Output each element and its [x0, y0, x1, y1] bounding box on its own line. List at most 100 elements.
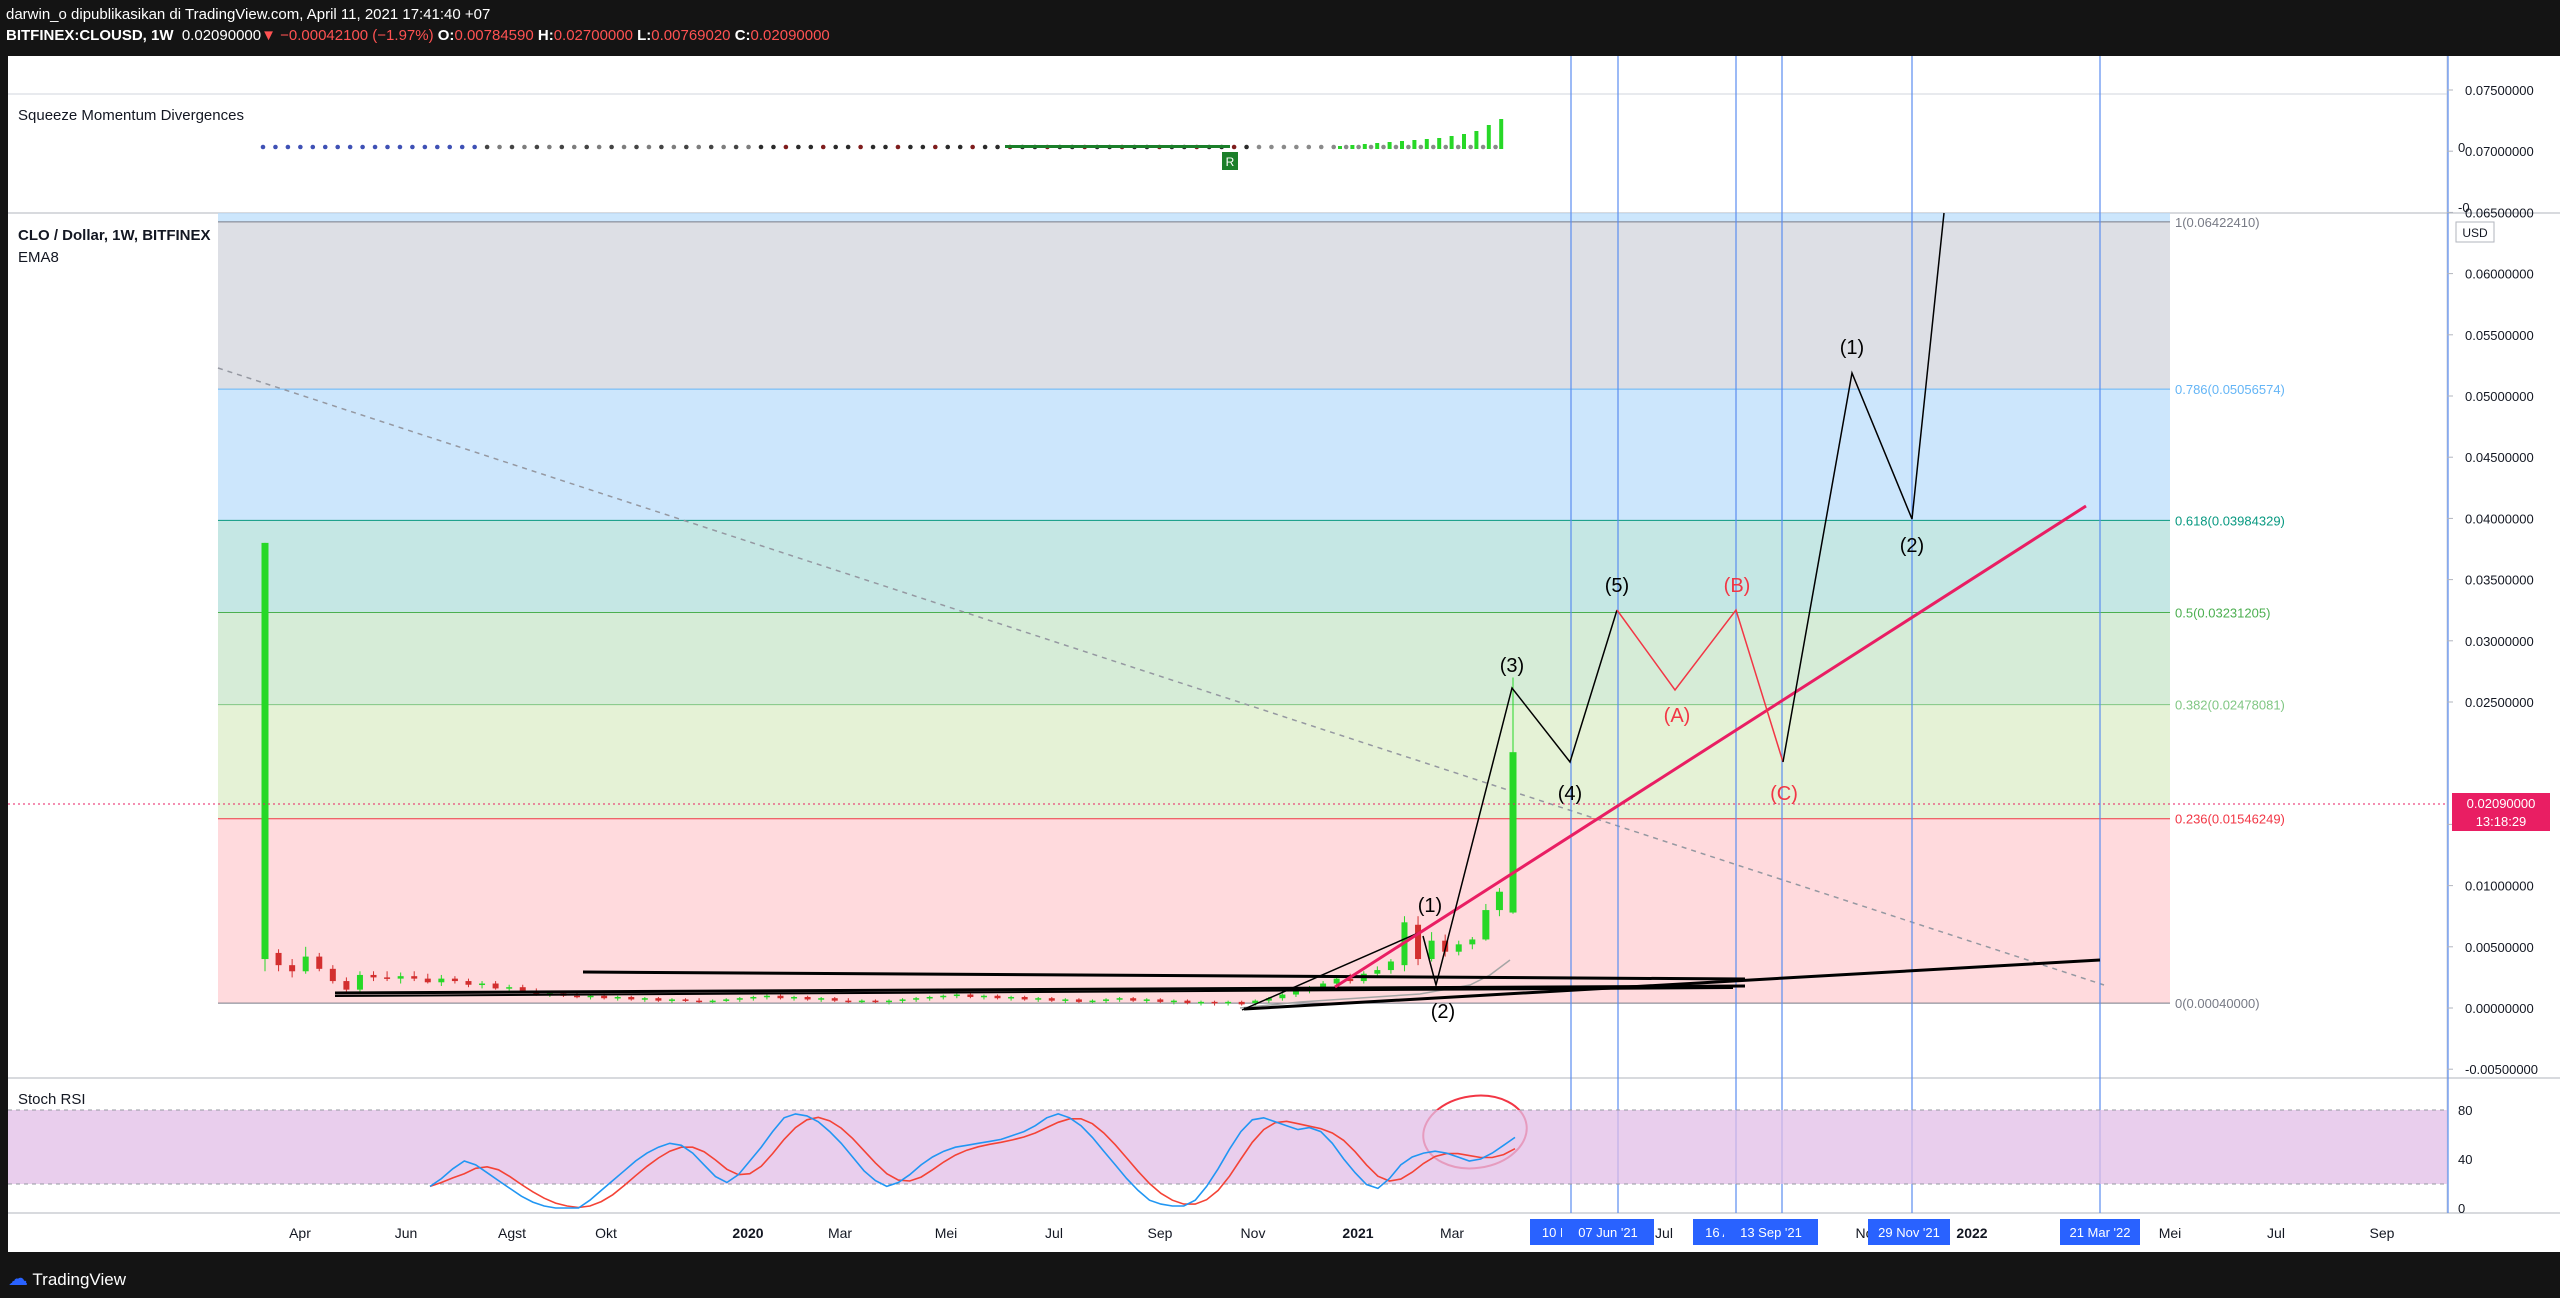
currency-label: USD: [2462, 226, 2488, 240]
squeeze-dot: [833, 144, 838, 150]
squeeze-dot: [1368, 144, 1374, 150]
squeeze-dot: [596, 144, 602, 150]
candle-body: [411, 976, 418, 979]
squeeze-dot: [422, 144, 428, 150]
price-tick-label: 0.05500000: [2465, 328, 2534, 343]
time-tick-label: Mar: [828, 1225, 852, 1241]
candle-body: [1509, 752, 1517, 913]
squeeze-dot: [895, 144, 901, 150]
squeeze-dot: [858, 144, 863, 150]
squeeze-dot: [273, 144, 278, 150]
time-tick-label: 2021: [1342, 1225, 1373, 1241]
candle-body: [1021, 996, 1028, 1000]
candle-body: [465, 981, 472, 985]
time-tick-label: Agst: [498, 1225, 526, 1241]
candle-body: [804, 996, 811, 1000]
fibonacci-retracement[interactable]: 1(0.06422410) 0.786(0.05056574) 0.618(0.03…: [218, 213, 2285, 1011]
squeeze-momentum-bar: [1387, 142, 1392, 149]
time-tick-label: Mei: [935, 1225, 958, 1241]
squeeze-title: Squeeze Momentum Divergences: [18, 107, 244, 124]
squeeze-dot: [347, 144, 353, 150]
candle-body: [1103, 999, 1110, 1001]
squeeze-dot: [509, 144, 515, 150]
wave-label: (2): [1900, 535, 1924, 557]
symbol-legend: BITFINEX:CLOUSD, 1W 0.02090000▼ −0.00042…: [6, 27, 830, 44]
squeeze-dot: [410, 144, 415, 150]
squeeze-dot: [957, 144, 963, 150]
price-tick-label: 0.02500000: [2465, 695, 2534, 710]
symbol-name[interactable]: BITFINEX:CLOUSD, 1W: [6, 27, 174, 44]
squeeze-momentum-bar: [1375, 143, 1380, 149]
candle-body: [1279, 994, 1286, 999]
squeeze-dot: [1256, 144, 1262, 150]
candle-body: [397, 976, 404, 979]
fib-zone-1: [218, 221, 2170, 390]
candle-body: [994, 995, 1001, 999]
wave-label: (4): [1558, 783, 1582, 805]
fib-label-0: 0(0.00040000): [2175, 996, 2260, 1011]
squeeze-dot: [1480, 144, 1486, 150]
candle-body: [1116, 998, 1123, 1000]
squeeze-dot: [1356, 144, 1361, 150]
tradingview-logo[interactable]: ☁ TradingView: [8, 1266, 126, 1291]
price-tick-label: 0.01000000: [2465, 879, 2534, 894]
candle-body: [1062, 999, 1069, 1001]
stoch-rsi-title: Stoch RSI: [18, 1091, 86, 1108]
squeeze-signal-label: R: [1226, 155, 1235, 169]
squeeze-momentum-bar: [1338, 146, 1342, 149]
candle-body: [1495, 891, 1503, 911]
squeeze-dot: [1381, 144, 1386, 150]
time-tick-label: Sep: [1148, 1225, 1173, 1241]
time-tick-label: Apr: [289, 1225, 311, 1241]
tradingview-cloud-icon: ☁: [8, 1268, 28, 1290]
open-value: 0.00784590: [454, 27, 534, 44]
wave-label: (C): [1770, 783, 1798, 805]
squeeze-dot: [435, 144, 440, 150]
price-tick-label: 0.00500000: [2465, 940, 2534, 955]
squeeze-dot: [920, 144, 926, 150]
time-tick-label: Okt: [595, 1225, 617, 1241]
fib-zone-0.382: [218, 704, 2170, 819]
candle-body: [1211, 1001, 1218, 1004]
candle-body: [980, 995, 987, 998]
squeeze-dot: [646, 144, 652, 150]
squeeze-dot: [1306, 144, 1312, 150]
fib-label-0.236: 0.236(0.01546249): [2175, 812, 2285, 827]
time-tick-label: 2022: [1956, 1225, 1987, 1241]
squeeze-dot: [559, 144, 565, 150]
fib-label-0.382: 0.382(0.02478081): [2175, 698, 2285, 713]
squeeze-dot: [684, 144, 689, 150]
candle-body: [736, 998, 743, 1000]
squeeze-dot: [1331, 144, 1336, 150]
candle-body: [1333, 978, 1340, 984]
chart-canvas[interactable]: Squeeze Momentum Divergences 0 -0 R 1(0.…: [0, 56, 2560, 1254]
candle-body: [424, 978, 431, 983]
candle-body: [872, 1000, 879, 1003]
squeeze-dot: [733, 144, 739, 150]
stoch-tick-0: 0: [2458, 1201, 2465, 1216]
candle-body: [1482, 910, 1490, 940]
squeeze-dot: [547, 144, 552, 150]
candle-body: [886, 1000, 892, 1003]
candle-body: [1455, 944, 1462, 952]
candle-body: [818, 998, 825, 1000]
time-tick-label: Mar: [1440, 1225, 1464, 1241]
candle-body: [1035, 998, 1042, 1000]
open-label: O:: [437, 27, 455, 44]
candle-body: [940, 995, 947, 998]
price-tick-label: 0.07500000: [2465, 83, 2534, 98]
candle-body: [1428, 940, 1435, 960]
publish-info: darwin_o dipublikasikan di TradingView.c…: [6, 6, 491, 23]
close-label: C:: [734, 27, 751, 44]
fib-zone-0.618: [218, 520, 2170, 613]
squeeze-dot: [621, 144, 627, 150]
squeeze-dot: [1493, 144, 1498, 150]
squeeze-momentum-bar: [1449, 136, 1454, 149]
candle-body: [1143, 999, 1150, 1001]
fib-zone-0.786: [218, 389, 2170, 521]
squeeze-dot: [659, 144, 664, 150]
candle-body: [1170, 1000, 1177, 1003]
candle-body: [1225, 1001, 1232, 1004]
squeeze-dot: [472, 144, 477, 150]
down-arrow-icon: ▼: [261, 27, 276, 44]
